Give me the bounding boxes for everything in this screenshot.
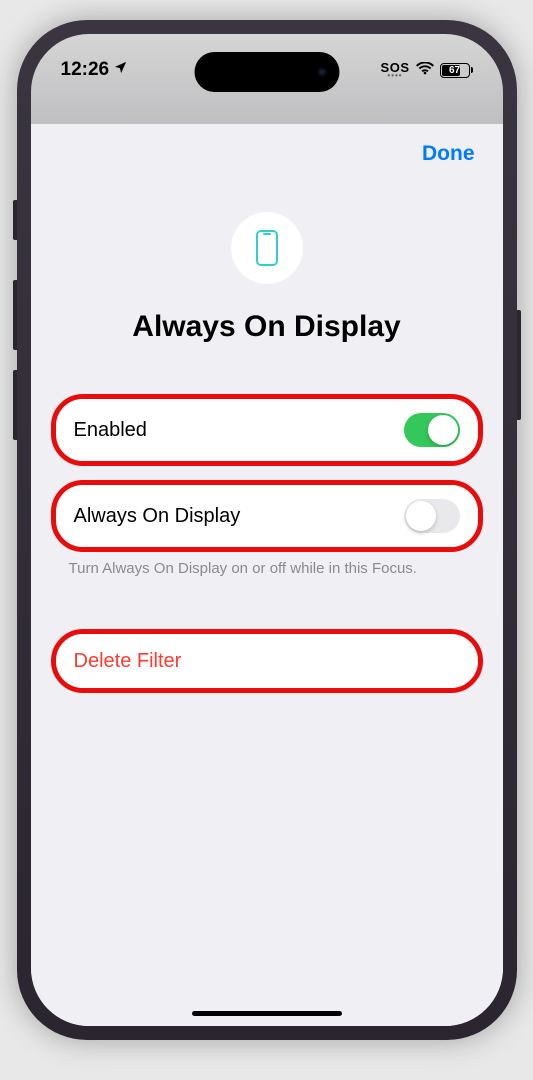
delete-filter-row[interactable]: Delete Filter bbox=[56, 634, 478, 688]
delete-filter-label: Delete Filter bbox=[74, 650, 182, 673]
aod-group: Always On Display Turn Always On Display… bbox=[51, 480, 483, 577]
enabled-label: Enabled bbox=[74, 419, 147, 442]
highlight-ring-delete: Delete Filter bbox=[51, 629, 483, 693]
header-section: Always On Display bbox=[51, 182, 483, 394]
volume-down-button bbox=[13, 370, 17, 440]
status-time: 12:26 bbox=[61, 59, 110, 81]
phone-frame: 12:26 SOS •••• 67 bbox=[17, 20, 517, 1040]
silent-switch bbox=[13, 200, 17, 240]
toggle-knob bbox=[428, 415, 458, 445]
aod-row[interactable]: Always On Display bbox=[56, 485, 478, 547]
aod-toggle[interactable] bbox=[404, 499, 460, 533]
enabled-toggle[interactable] bbox=[404, 413, 460, 447]
wifi-icon bbox=[416, 62, 434, 79]
dynamic-island bbox=[194, 52, 339, 92]
aod-label: Always On Display bbox=[74, 505, 241, 528]
feature-icon-circle bbox=[231, 212, 303, 284]
screen: 12:26 SOS •••• 67 bbox=[31, 34, 503, 1026]
page-title: Always On Display bbox=[51, 310, 483, 344]
volume-up-button bbox=[13, 280, 17, 350]
power-button bbox=[517, 310, 521, 420]
toggle-knob bbox=[406, 501, 436, 531]
enabled-group: Enabled bbox=[51, 394, 483, 466]
delete-group: Delete Filter bbox=[51, 629, 483, 693]
highlight-ring-aod: Always On Display bbox=[51, 480, 483, 552]
aod-footer-text: Turn Always On Display on or off while i… bbox=[51, 552, 483, 577]
status-left: 12:26 bbox=[61, 59, 129, 81]
highlight-ring-enabled: Enabled bbox=[51, 394, 483, 466]
nav-bar: Done bbox=[51, 124, 483, 182]
sos-indicator: SOS •••• bbox=[381, 61, 410, 80]
screen-content: Done Always On Display Enabled bbox=[31, 124, 503, 1026]
battery-icon: 67 bbox=[440, 63, 473, 78]
home-indicator[interactable] bbox=[192, 1011, 342, 1016]
enabled-row[interactable]: Enabled bbox=[56, 399, 478, 461]
done-button[interactable]: Done bbox=[422, 142, 475, 166]
status-right: SOS •••• 67 bbox=[381, 61, 473, 80]
location-icon bbox=[113, 59, 128, 81]
phone-icon bbox=[256, 230, 278, 266]
